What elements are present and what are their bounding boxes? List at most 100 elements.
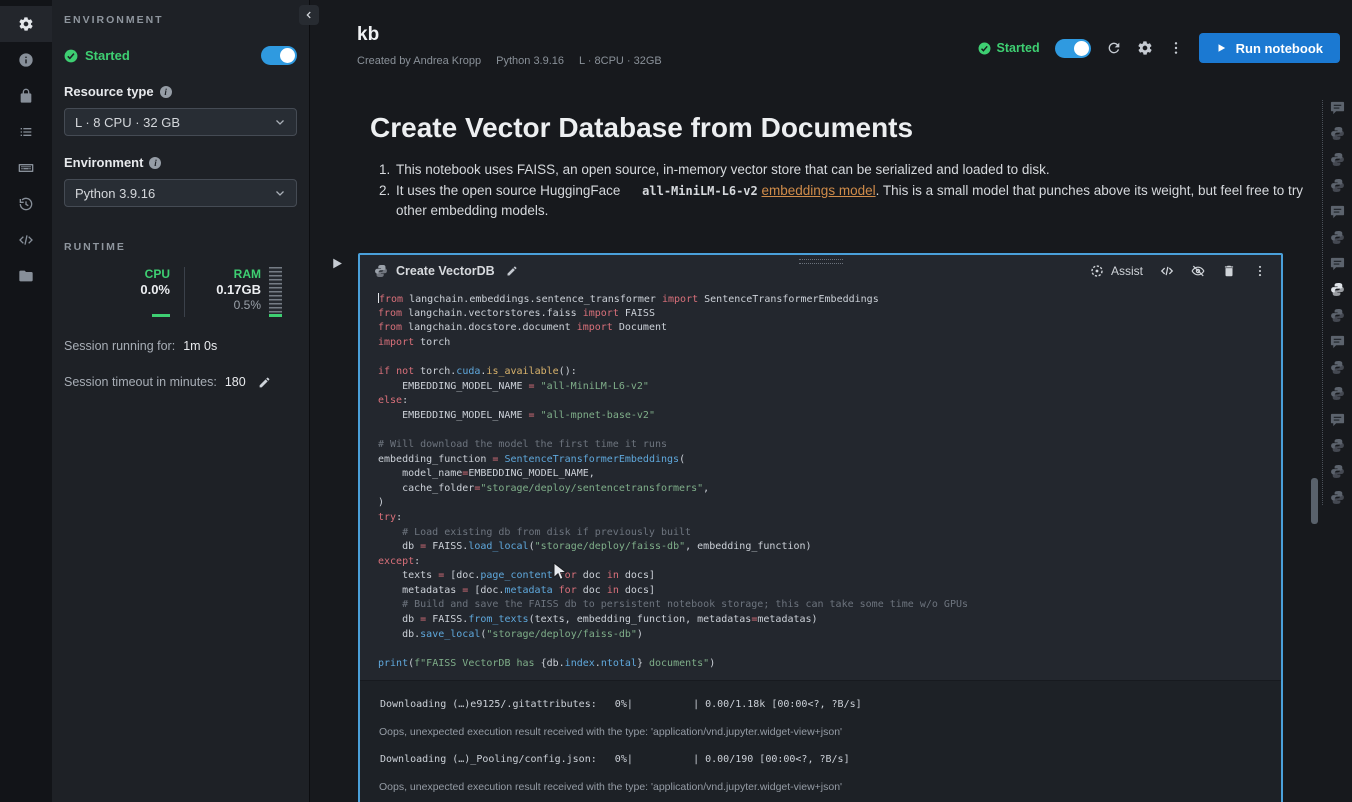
minimap-markdown-cell-icon[interactable] [1330, 100, 1345, 115]
markdown-text: It uses the open source HuggingFace [396, 183, 624, 198]
code-line: db.save_local("storage/deploy/faiss-db") [378, 629, 1281, 644]
runtime-meters: CPU 0.0% RAM 0.17GB 0.5% [64, 267, 297, 317]
run-notebook-label: Run notebook [1236, 41, 1323, 56]
code-line [378, 351, 1281, 366]
assist-button[interactable]: Assist [1090, 264, 1143, 278]
hide-output-icon[interactable] [1191, 264, 1205, 278]
session-running-value: 1m 0s [183, 339, 217, 353]
minimap-markdown-cell-icon[interactable] [1330, 204, 1345, 219]
cell-title: Create VectorDB [396, 264, 495, 278]
delete-cell-trash-icon[interactable] [1222, 264, 1236, 278]
session-status-row: Started [64, 46, 297, 65]
rail-info-icon[interactable] [0, 42, 52, 78]
ram-usage-bar [269, 267, 282, 317]
panel-title: ENVIRONMENT [64, 14, 297, 26]
rail-folder-icon[interactable] [0, 258, 52, 294]
header-session-toggle[interactable] [1055, 39, 1091, 58]
main-area: kb Created by Andrea Kropp Python 3.9.16… [310, 0, 1352, 802]
rail-history-icon[interactable] [0, 186, 52, 222]
minimap-code-cell-icon[interactable] [1330, 464, 1345, 479]
info-icon[interactable]: i [160, 86, 172, 98]
environment-select[interactable]: Python 3.9.16 [64, 179, 297, 207]
markdown-list-item: This notebook uses FAISS, an open source… [394, 160, 1304, 180]
rail-code-icon[interactable] [0, 222, 52, 258]
ram-label: RAM [234, 267, 261, 281]
meta-python-version: Python 3.9.16 [496, 55, 564, 67]
edit-cell-title-pencil-icon[interactable] [506, 265, 518, 277]
kebab-menu-icon[interactable] [1168, 40, 1184, 56]
ram-usage-fill [269, 314, 282, 317]
code-line: # Build and save the FAISS db to persist… [378, 599, 1281, 614]
session-running-row: Session running for: 1m 0s [64, 339, 297, 353]
refresh-icon[interactable] [1106, 40, 1122, 56]
minimap-markdown-cell-icon[interactable] [1330, 334, 1345, 349]
environment-panel: ENVIRONMENT Started Resource type i L · … [52, 0, 310, 802]
minimap-markdown-cell-icon[interactable] [1330, 412, 1345, 427]
minimap-code-cell-icon[interactable] [1330, 230, 1345, 245]
header-status: Started [978, 41, 1040, 55]
session-toggle[interactable] [261, 46, 297, 65]
ram-meter: RAM 0.17GB 0.5% [199, 267, 261, 317]
python-icon [374, 264, 388, 278]
embeddings-model-link[interactable]: embeddings model [762, 183, 876, 198]
environment-label-row: Environment i [64, 155, 297, 170]
code-line: ) [378, 497, 1281, 512]
code-line: texts = [doc.page_content for doc in doc… [378, 570, 1281, 585]
minimap-code-cell-icon[interactable] [1330, 282, 1345, 297]
minimap-code-cell-icon[interactable] [1330, 152, 1345, 167]
minimap-markdown-cell-icon[interactable] [1330, 256, 1345, 271]
code-line: embedding_function = SentenceTransformer… [378, 454, 1281, 469]
gear-icon[interactable] [1137, 40, 1153, 56]
rail-gear-icon[interactable] [0, 6, 52, 42]
resource-type-label-row: Resource type i [64, 84, 297, 99]
edit-timeout-pencil-icon[interactable] [258, 376, 271, 389]
resource-type-value: L · 8 CPU · 32 GB [75, 115, 180, 130]
rail-keyboard-icon[interactable] [0, 150, 52, 186]
cell-drag-handle[interactable] [799, 259, 843, 264]
minimap-code-cell-icon[interactable] [1330, 490, 1345, 505]
check-circle-icon [978, 42, 991, 55]
ram-percent: 0.5% [234, 298, 261, 312]
code-line: except: [378, 556, 1281, 571]
code-cell: Create VectorDB Assist [358, 253, 1283, 802]
code-editor[interactable]: from langchain.embeddings.sentence_trans… [360, 287, 1281, 680]
run-notebook-button[interactable]: Run notebook [1199, 33, 1340, 63]
environment-label: Environment [64, 155, 143, 170]
run-cell-button[interactable] [330, 257, 343, 275]
code-view-icon[interactable] [1160, 264, 1174, 278]
cpu-value: 0.0% [140, 282, 170, 297]
collapse-panel-button[interactable] [299, 5, 319, 25]
minimap-code-cell-icon[interactable] [1330, 438, 1345, 453]
workspace: ENVIRONMENT Started Resource type i L · … [0, 0, 1352, 802]
info-icon[interactable]: i [149, 157, 161, 169]
code-line: from langchain.vectorstores.faiss import… [378, 308, 1281, 323]
cell-minimap [1322, 100, 1352, 505]
minimap-code-cell-icon[interactable] [1330, 178, 1345, 193]
code-line [378, 424, 1281, 439]
minimap-code-cell-icon[interactable] [1330, 360, 1345, 375]
rail-lock-icon[interactable] [0, 78, 52, 114]
code-line: EMBEDDING_MODEL_NAME = "all-MiniLM-L6-v2… [378, 381, 1281, 396]
inline-code: all-MiniLM-L6-v2 [624, 178, 758, 206]
resource-type-select[interactable]: L · 8 CPU · 32 GB [64, 108, 297, 136]
chevron-left-icon [304, 10, 314, 20]
play-icon [330, 257, 343, 270]
check-circle-icon [64, 49, 78, 63]
assist-label: Assist [1111, 264, 1143, 278]
execution-warning-output: Oops, unexpected execution result receiv… [360, 773, 1281, 801]
notebook-scrollbar-thumb[interactable] [1311, 478, 1318, 524]
code-line [378, 643, 1281, 658]
code-line: print(f"FAISS VectorDB has {db.index.nto… [378, 658, 1281, 673]
minimap-code-cell-icon[interactable] [1330, 386, 1345, 401]
code-line: db = FAISS.from_texts(texts, embedding_f… [378, 614, 1281, 629]
minimap-code-cell-icon[interactable] [1330, 126, 1345, 141]
download-progress-output: Downloading (…)e9125/.gitattributes: 0%|… [360, 691, 1281, 718]
code-line: EMBEDDING_MODEL_NAME = "all-mpnet-base-v… [378, 410, 1281, 425]
toggle-knob [280, 48, 295, 63]
minimap-code-cell-icon[interactable] [1330, 308, 1345, 323]
rail-list-icon[interactable] [0, 114, 52, 150]
assist-icon [1090, 264, 1104, 278]
chevron-down-icon [274, 187, 286, 199]
play-icon [1216, 43, 1226, 53]
cell-kebab-menu-icon[interactable] [1253, 264, 1267, 278]
